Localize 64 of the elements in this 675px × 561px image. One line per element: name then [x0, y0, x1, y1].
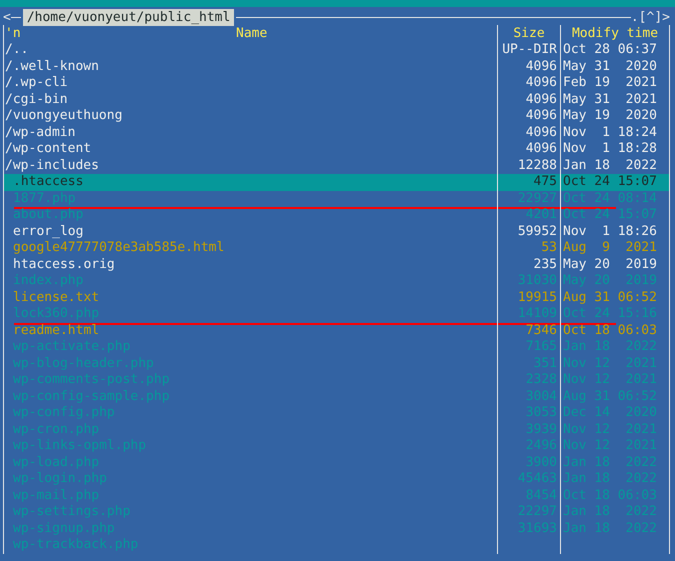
- file-size: 4096: [526, 141, 557, 156]
- file-date: Nov 1 18:26: [563, 224, 657, 238]
- file-name: /.wp-cli: [5, 75, 68, 90]
- file-size: 4096: [526, 92, 557, 106]
- file-date: Nov 1 18:28: [563, 141, 657, 156]
- file-row[interactable]: license.txt 19915 Aug 31 06:52: [4, 290, 669, 306]
- file-size: 475: [534, 174, 557, 189]
- file-name: readme.html: [13, 322, 100, 338]
- file-date: Oct 18 06:03: [563, 322, 657, 338]
- file-row[interactable]: /.wp-cli 4096 Feb 19 2021: [4, 75, 669, 92]
- file-name: /vuongyeuthuong: [5, 108, 122, 123]
- file-size: 4096: [526, 75, 557, 90]
- file-name: /cgi-bin: [5, 92, 68, 106]
- file-size: 19915: [518, 290, 557, 304]
- file-name: license.txt: [13, 290, 100, 304]
- file-size: 4096: [526, 58, 557, 74]
- file-size: 4201: [526, 207, 557, 222]
- column-header[interactable]: Name: [236, 25, 268, 42]
- sort-indicator[interactable]: 'n: [4, 25, 21, 42]
- file-row[interactable]: /cgi-bin 4096 May 31 2021: [4, 92, 669, 108]
- file-row[interactable]: /wp-content 4096 Nov 1 18:28: [4, 141, 669, 158]
- file-size: 53: [541, 240, 557, 255]
- file-name: /wp-includes: [5, 158, 99, 172]
- column-header[interactable]: Modify time: [572, 26, 658, 41]
- file-row[interactable]: error_log 59952 Nov 1 18:26: [4, 224, 669, 240]
- file-row[interactable]: /wp-admin 4096 Nov 1 18:24: [4, 124, 669, 141]
- panel-left-arrow[interactable]: <: [3, 8, 11, 26]
- file-date: May 19 2020: [563, 108, 657, 123]
- file-size: 59952: [518, 224, 557, 238]
- file-name: about.php: [13, 207, 84, 222]
- file-name: error_log: [13, 224, 84, 238]
- file-size: 235: [534, 256, 557, 272]
- file-name: /.well-known: [5, 58, 99, 74]
- file-date: May 20 2019: [563, 256, 657, 272]
- file-row[interactable]: /vuongyeuthuong 4096 May 19 2020: [4, 108, 669, 124]
- file-date: Jan 18 2022: [563, 158, 657, 172]
- selected-file-row[interactable]: .htaccess 475 Oct 24 15:07: [4, 174, 669, 190]
- file-row[interactable]: /.well-known 4096 May 31 2020: [4, 58, 669, 75]
- file-name: htaccess.orig: [13, 256, 115, 272]
- file-date: Oct 28 06:37: [563, 42, 657, 57]
- column-header[interactable]: Size: [513, 26, 545, 41]
- panel-controls[interactable]: .[^]>: [630, 8, 670, 26]
- file-name: /..: [5, 42, 28, 57]
- file-name: /wp-content: [5, 141, 92, 156]
- file-row[interactable]: htaccess.orig 235 May 20 2019: [4, 256, 669, 273]
- file-size: 4096: [526, 124, 557, 140]
- file-name: google47777078e3ab585e.html: [13, 240, 224, 255]
- file-size: 4096: [526, 108, 557, 123]
- file-date: May 31 2021: [563, 92, 657, 106]
- file-date: Aug 9 2021: [563, 240, 657, 255]
- file-size: UP--DIR: [502, 42, 557, 57]
- file-date: Nov 1 18:24: [563, 124, 657, 140]
- file-date: May 31 2020: [563, 58, 657, 74]
- file-row[interactable]: /.. UP--DIR Oct 28 06:37: [4, 42, 669, 58]
- file-name: .htaccess: [13, 174, 84, 189]
- file-row[interactable]: google47777078e3ab585e.html 53 Aug 9 2021: [4, 240, 669, 256]
- file-size: 12288: [518, 158, 557, 172]
- file-row[interactable]: readme.html 7346 Oct 18 06:03: [4, 322, 669, 339]
- file-size: 7346: [526, 322, 557, 338]
- file-date: Oct 24 15:07: [563, 174, 657, 189]
- file-date: Feb 19 2021: [563, 75, 657, 90]
- file-date: Aug 31 06:52: [563, 290, 657, 304]
- current-path: /home/vuonyeut/public_html: [22, 8, 234, 26]
- file-name: /wp-admin: [5, 124, 76, 140]
